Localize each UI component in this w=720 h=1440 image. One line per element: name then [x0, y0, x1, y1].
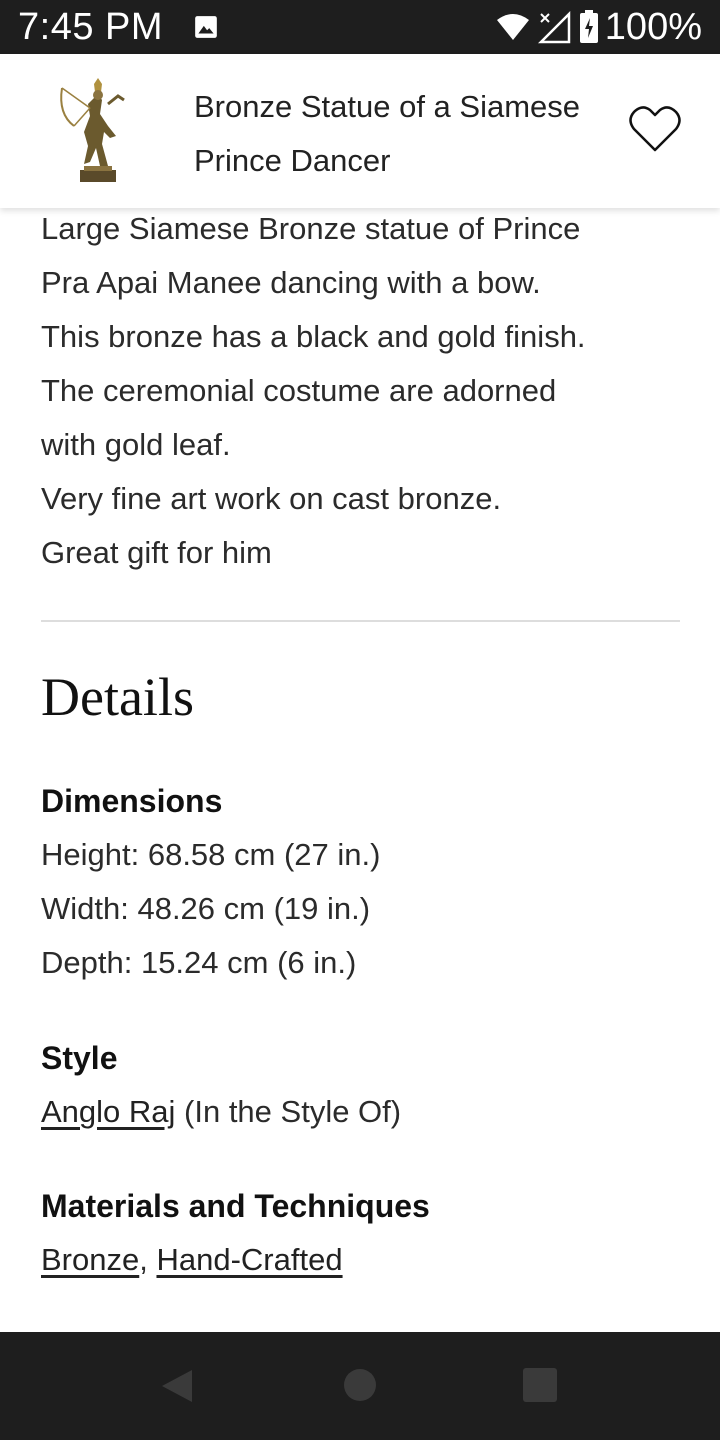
style-section: Style Anglo Raj (In the Style Of) [41, 1031, 701, 1139]
product-title: Bronze Statue of a Siamese Prince Dancer [194, 89, 581, 178]
product-description: Large Siamese Bronze statue of Prince Pr… [41, 208, 701, 580]
dimension-height: Height: 68.58 cm (27 in.) [41, 837, 381, 872]
back-icon[interactable] [160, 1368, 196, 1404]
style-value: Anglo Raj (In the Style Of) [41, 1085, 701, 1139]
home-icon[interactable] [343, 1368, 377, 1402]
materials-label: Materials and Techniques [41, 1188, 430, 1224]
product-content: Large Siamese Bronze statue of Prince Pr… [0, 208, 720, 1332]
no-signal-icon [537, 10, 571, 44]
description-line: The ceremonial costume are adorned [41, 373, 557, 408]
dimension-width: Width: 48.26 cm (19 in.) [41, 891, 371, 926]
heart-outline-icon[interactable] [628, 104, 682, 154]
battery-charging-icon [579, 10, 598, 43]
style-link[interactable]: Anglo Raj [41, 1094, 175, 1129]
description-line: with gold leaf. [41, 427, 231, 462]
dimension-depth: Depth: 15.24 cm (6 in.) [41, 945, 357, 980]
style-suffix: (In the Style Of) [175, 1094, 402, 1129]
description-line: This bronze has a black and gold finish. [41, 319, 586, 354]
system-nav-bar [0, 1332, 720, 1440]
battery-percent: 100% [604, 5, 702, 48]
style-label: Style [41, 1040, 118, 1076]
details-heading: Details [41, 667, 194, 727]
dimensions-label: Dimensions [41, 783, 223, 819]
materials-section: Materials and Techniques Bronze, Hand-Cr… [41, 1179, 701, 1287]
description-line: Great gift for him [41, 535, 272, 570]
status-bar: 7:45 PM 100% [0, 0, 720, 54]
status-time: 7:45 PM [18, 5, 164, 48]
product-header: Bronze Statue of a Siamese Prince Dancer [0, 54, 720, 208]
description-line: Pra Apai Manee dancing with a bow. [41, 265, 541, 300]
dimensions-section: Dimensions Height: 68.58 cm (27 in.) Wid… [41, 774, 701, 990]
recents-icon[interactable] [523, 1368, 557, 1402]
image-icon [195, 16, 217, 38]
status-icons: 100% [495, 6, 702, 49]
material-link-bronze[interactable]: Bronze [41, 1242, 139, 1277]
wifi-icon [496, 14, 529, 40]
materials-value: Bronze, Hand-Crafted [41, 1233, 701, 1287]
materials-separator: , [139, 1242, 157, 1277]
description-line: Very fine art work on cast bronze. [41, 481, 502, 516]
description-line: Large Siamese Bronze statue of Prince [41, 211, 581, 246]
section-divider [41, 620, 680, 622]
material-link-hand-crafted[interactable]: Hand-Crafted [156, 1242, 342, 1277]
statue-thumbnail[interactable] [54, 74, 138, 188]
